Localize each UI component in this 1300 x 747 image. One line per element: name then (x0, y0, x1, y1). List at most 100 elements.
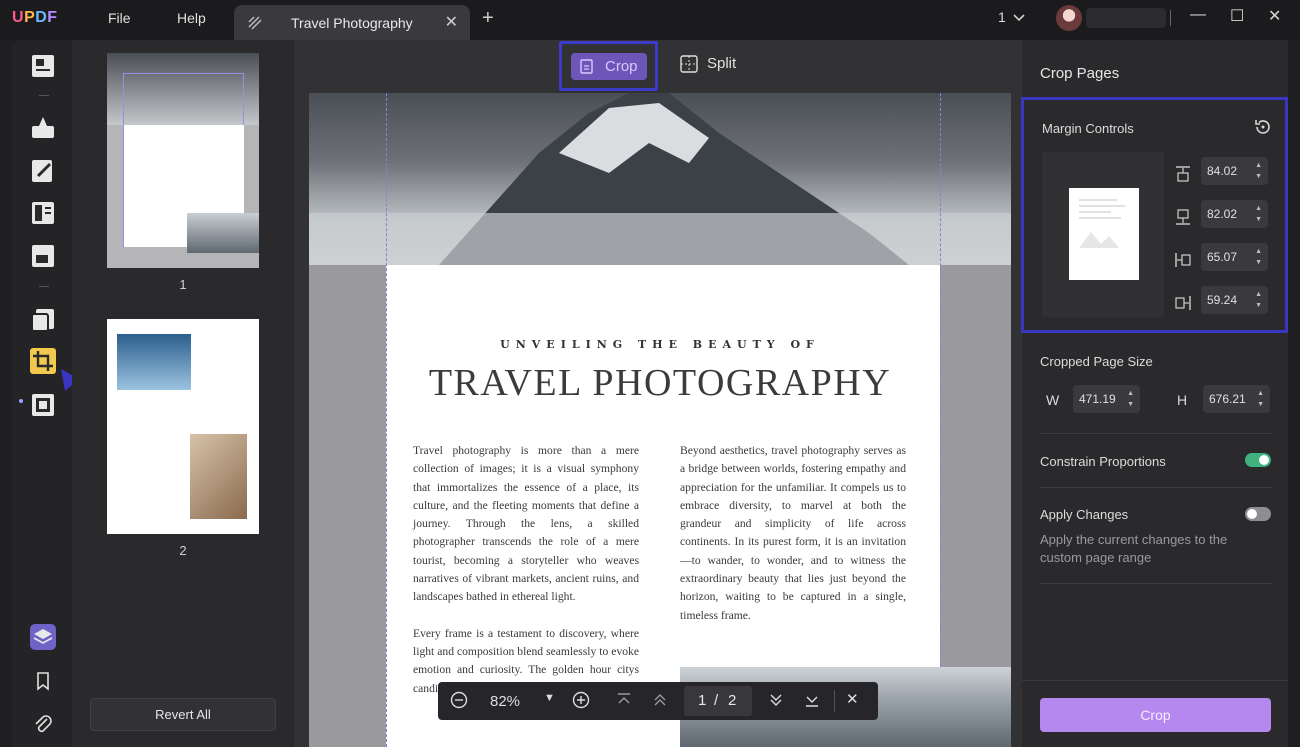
apply-changes-toggle[interactable] (1245, 507, 1271, 521)
height-input[interactable]: 676.21 ▲ ▼ (1203, 385, 1270, 413)
crop-mode-icon (580, 59, 593, 74)
tab-crop[interactable]: Crop (559, 41, 658, 91)
revert-all-button[interactable]: Revert All (90, 698, 276, 731)
zoom-toolbar: 82% ▼ 1 / 2 ✕ (438, 682, 878, 720)
avatar[interactable] (1056, 5, 1082, 31)
window-edge (1288, 40, 1300, 747)
paragraph: Beyond aesthetics, travel photography se… (680, 444, 906, 622)
minimize-icon[interactable]: — (1190, 6, 1206, 24)
crop-icon[interactable] (30, 348, 56, 374)
margin-controls: Margin Controls 84.02 ▲ ▼ 82.02 ▲ ▼ 65.07 (1021, 97, 1288, 333)
stepper-icon[interactable]: ▲ ▼ (1255, 246, 1262, 268)
stepper-icon[interactable]: ▲ ▼ (1255, 160, 1262, 182)
layers-icon[interactable] (30, 624, 56, 650)
reader-icon[interactable] (30, 53, 56, 79)
thumbnail-panel: 1 2 Revert All (72, 40, 294, 747)
apply-changes-hint: Apply the current changes to the custom … (1040, 532, 1228, 565)
chevron-down-icon[interactable] (1012, 8, 1026, 33)
margin-right-input[interactable]: 59.24 ▲ ▼ (1201, 286, 1268, 314)
close-tab-icon[interactable]: ✕ (445, 12, 458, 32)
stepper-icon[interactable]: ▲ ▼ (1255, 289, 1262, 311)
thumbnail-label-2: 2 (179, 543, 187, 558)
document-tab-icon (246, 14, 264, 37)
page-thumbnail-1[interactable] (107, 53, 259, 268)
panel-title: Crop Pages (1040, 65, 1120, 82)
constrain-proportions-toggle[interactable] (1245, 453, 1271, 467)
divider (834, 690, 835, 712)
margin-top-input[interactable]: 84.02 ▲ ▼ (1201, 157, 1268, 185)
compress-icon[interactable] (30, 392, 56, 418)
comment-icon[interactable] (30, 114, 56, 140)
width-input[interactable]: 471.19 ▲ ▼ (1073, 385, 1140, 413)
paragraph: Travel photography is more than a mere c… (413, 444, 639, 604)
bookmark-icon[interactable] (30, 668, 56, 694)
reset-icon[interactable] (1253, 117, 1273, 142)
width-value: 471.19 (1079, 392, 1116, 406)
page-separator: / (714, 692, 719, 709)
margin-bottom-input[interactable]: 82.02 ▲ ▼ (1201, 200, 1268, 228)
zoom-level[interactable]: 82% (490, 693, 520, 710)
stepper-icon[interactable]: ▲ ▼ (1127, 388, 1134, 410)
next-page-icon[interactable] (768, 691, 784, 713)
document-tab[interactable]: Travel Photography ✕ (234, 5, 470, 40)
margin-right-icon (1173, 293, 1193, 318)
thumbnail-label-1: 1 (179, 277, 187, 292)
edit-icon[interactable] (30, 158, 56, 184)
divider (1040, 583, 1272, 584)
first-page-icon[interactable] (616, 691, 632, 713)
zoom-out-icon[interactable] (450, 691, 468, 713)
attachment-icon[interactable] (30, 711, 56, 737)
convert-icon[interactable] (30, 307, 56, 333)
organize-icon[interactable] (30, 200, 56, 226)
document-subtitle: UNVEILING THE BEAUTY OF (500, 338, 820, 351)
toolbar-divider (39, 286, 49, 287)
text-column-right: Beyond aesthetics, travel photography se… (680, 442, 906, 643)
crop-boundary-left[interactable] (386, 93, 387, 747)
document-page[interactable]: UNVEILING THE BEAUTY OF TRAVEL PHOTOGRAP… (309, 93, 1011, 747)
menu-help[interactable]: Help (177, 10, 206, 26)
split-icon (680, 55, 698, 73)
margin-right-value: 59.24 (1207, 293, 1238, 307)
panel-footer: Crop (1022, 680, 1288, 747)
page-number-field[interactable]: 1 / 2 (684, 686, 752, 716)
tab-title: Travel Photography (291, 15, 413, 31)
crop-boundary-right[interactable] (940, 93, 941, 747)
previous-page-icon[interactable] (652, 691, 668, 713)
crop-button[interactable]: Crop (1040, 698, 1271, 732)
toolbar-divider (39, 95, 49, 96)
margin-bottom-icon (1173, 207, 1193, 232)
tab-split-label: Split (707, 55, 737, 72)
page-indicator[interactable]: 1 (998, 9, 1006, 25)
document-title: TRAVEL PHOTOGRAPHY (428, 362, 892, 404)
text-column-left: Travel photography is more than a mere c… (413, 442, 639, 716)
height-value: 676.21 (1209, 392, 1246, 406)
mountain-photo (309, 93, 1011, 265)
margin-controls-label: Margin Controls (1042, 121, 1134, 136)
zoom-dropdown-icon[interactable]: ▼ (544, 692, 555, 704)
crop-preview (1042, 152, 1164, 317)
crop-pages-panel: Crop Pages Margin Controls 84.02 ▲ ▼ 82.0… (1021, 40, 1288, 747)
page-thumbnail-2[interactable] (107, 319, 259, 534)
maximize-icon[interactable]: ☐ (1230, 6, 1244, 26)
divider (1170, 10, 1171, 26)
stepper-icon[interactable]: ▲ ▼ (1255, 203, 1262, 225)
width-label: W (1046, 392, 1060, 408)
close-toolbar-icon[interactable]: ✕ (846, 690, 859, 708)
margin-bottom-value: 82.02 (1207, 207, 1238, 221)
add-tab-icon[interactable]: + (482, 7, 494, 30)
updf-logo: UPDF (12, 9, 58, 26)
close-window-icon[interactable]: ✕ (1268, 6, 1281, 26)
document-canvas: Crop Split UNVEILING THE BEAUTY OF TRAVE… (294, 40, 1022, 747)
margin-left-input[interactable]: 65.07 ▲ ▼ (1201, 243, 1268, 271)
form-icon[interactable] (30, 243, 56, 269)
cropped-size-label: Cropped Page Size (1040, 354, 1153, 369)
active-tool-indicator (19, 399, 23, 403)
stepper-icon[interactable]: ▲ ▼ (1257, 388, 1264, 410)
user-name-redacted (1086, 8, 1166, 28)
total-pages: 2 (728, 692, 737, 709)
menu-file[interactable]: File (108, 10, 131, 26)
last-page-icon[interactable] (804, 691, 820, 713)
mode-tabs: Crop Split (294, 40, 1022, 93)
title-bar: UPDF File Help Travel Photography ✕ + 1 … (0, 0, 1300, 40)
zoom-in-icon[interactable] (572, 691, 590, 713)
